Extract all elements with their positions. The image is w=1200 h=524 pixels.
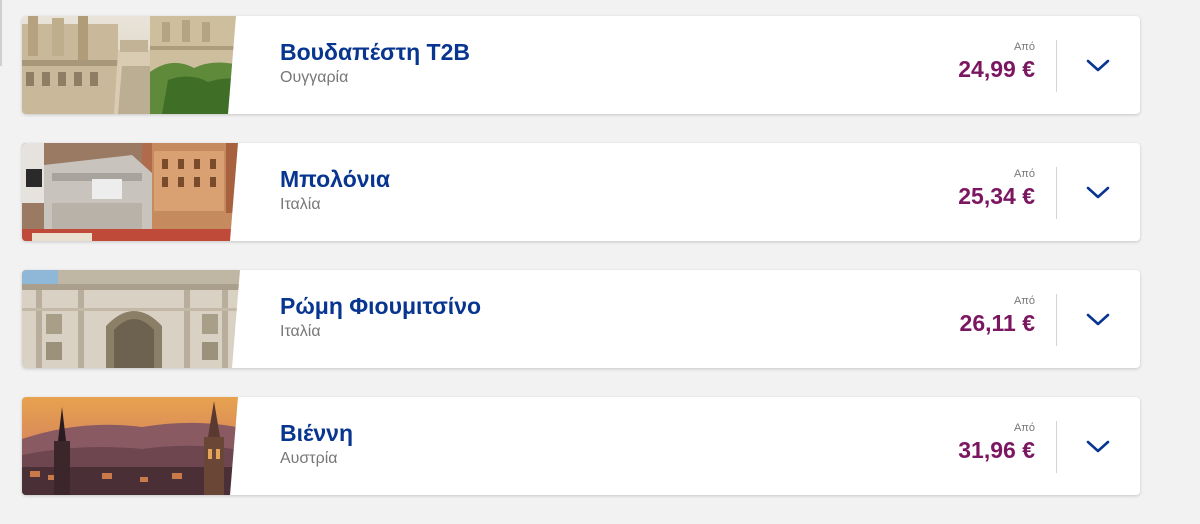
destination-city: Βιέννη	[280, 420, 354, 446]
destination-card-rome[interactable]: Ρώμη Φιουμιτσίνο Ιταλία Από 26,11 €	[22, 270, 1140, 368]
destination-city: Βουδαπέστη T2B	[280, 39, 471, 65]
destination-image	[22, 397, 254, 495]
destination-image	[22, 270, 254, 368]
destination-image	[22, 16, 254, 114]
destination-country: Ιταλία	[280, 323, 321, 340]
chevron-down-icon[interactable]	[1084, 56, 1112, 74]
chevron-down-icon[interactable]	[1084, 437, 1112, 455]
divider	[1056, 294, 1057, 346]
chevron-down-icon[interactable]	[1084, 310, 1112, 328]
destination-country: Ουγγαρία	[280, 69, 349, 86]
divider	[1056, 167, 1057, 219]
divider	[1056, 421, 1057, 473]
price-from-label: Από	[1013, 168, 1035, 180]
destination-card-vienna[interactable]: Βιέννη Αυστρία Από 31,96 €	[22, 397, 1140, 495]
destination-country: Ιταλία	[280, 196, 321, 213]
price-from-label: Από	[1013, 295, 1035, 307]
divider	[1056, 40, 1057, 92]
destination-city: Μπολόνια	[280, 166, 391, 192]
destination-price: 24,99 €	[958, 56, 1035, 82]
destination-list: Βουδαπέστη T2B Ουγγαρία Από 24,99 € Μπολ…	[22, 16, 1140, 524]
destination-price: 26,11 €	[959, 310, 1035, 336]
destination-price: 25,34 €	[958, 183, 1035, 209]
price-from-label: Από	[1013, 41, 1035, 53]
destination-card-budapest[interactable]: Βουδαπέστη T2B Ουγγαρία Από 24,99 €	[22, 16, 1140, 114]
destination-card-bologna[interactable]: Μπολόνια Ιταλία Από 25,34 €	[22, 143, 1140, 241]
chevron-down-icon[interactable]	[1084, 183, 1112, 201]
destination-country: Αυστρία	[280, 450, 338, 467]
price-from-label: Από	[1013, 422, 1035, 434]
destination-city: Ρώμη Φιουμιτσίνο	[280, 293, 482, 319]
window-edge	[0, 0, 2, 66]
destination-price: 31,96 €	[958, 437, 1035, 463]
destination-image	[22, 143, 254, 241]
